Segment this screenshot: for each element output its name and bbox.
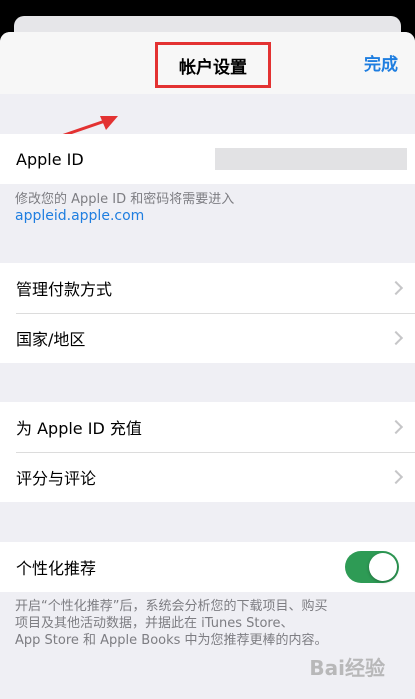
list-item-apple-id-topup[interactable]: 为 Apple ID 充值	[0, 402, 415, 452]
toggle-knob	[369, 553, 397, 581]
watermark: Bai经验	[309, 656, 385, 680]
personalized-toggle[interactable]	[345, 551, 399, 583]
apple-id-label: Apple ID	[16, 149, 84, 169]
personalized-row: 个性化推荐	[0, 542, 415, 592]
appleid-link[interactable]: appleid.apple.com	[15, 208, 234, 225]
chevron-right-icon	[388, 280, 404, 296]
chevron-right-icon	[388, 469, 404, 485]
account-settings-sheet: 帐户设置 完成 Apple ID 修改您的 Apple ID 和密码将需要进入 …	[0, 32, 415, 699]
apple-id-value-redacted	[215, 148, 407, 170]
personalized-footnote: 开启“个性化推荐”后，系统会分析您的下载项目、购买 项目及其他活动数据，并据此在…	[15, 599, 328, 648]
page-title: 帐户设置	[155, 42, 271, 88]
list-item-ratings-reviews[interactable]: 评分与评论	[0, 452, 415, 502]
personalized-label: 个性化推荐	[16, 559, 97, 578]
payment-group: 管理付款方式 国家/地区	[0, 263, 415, 363]
apple-id-footnote: 修改您的 Apple ID 和密码将需要进入 appleid.apple.com	[15, 192, 235, 225]
apple-id-group: Apple ID	[0, 134, 415, 184]
list-item-manage-payment[interactable]: 管理付款方式	[0, 263, 415, 313]
navigation-bar: 帐户设置 完成	[0, 32, 415, 94]
personalized-group: 个性化推荐	[0, 542, 415, 592]
done-button[interactable]: 完成	[364, 50, 398, 75]
chevron-right-icon	[388, 419, 404, 435]
list-item-country-region[interactable]: 国家/地区	[0, 313, 415, 363]
chevron-right-icon	[388, 330, 404, 346]
apple-id-row[interactable]: Apple ID	[0, 134, 415, 184]
topup-group: 为 Apple ID 充值 评分与评论	[0, 402, 415, 502]
